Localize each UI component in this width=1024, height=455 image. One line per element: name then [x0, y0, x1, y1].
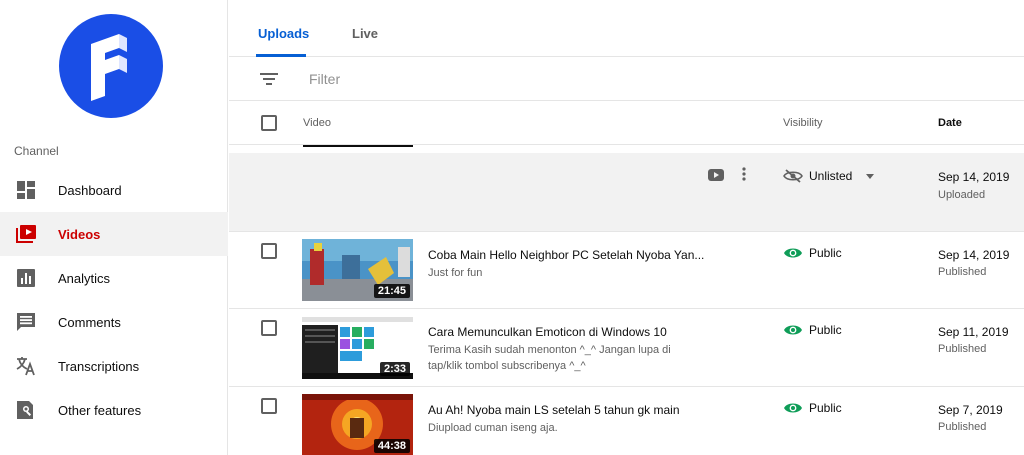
analytics-icon	[16, 268, 36, 288]
column-header-video[interactable]: Video	[303, 117, 331, 129]
sidebar-item-videos[interactable]: Videos	[0, 212, 228, 256]
column-header-visibility[interactable]: Visibility	[783, 117, 823, 129]
tab-uploads[interactable]: Uploads	[258, 26, 309, 41]
video-description: Just for fun	[428, 267, 483, 279]
visibility-label: Public	[809, 246, 842, 260]
sidebar-item-label: Videos	[58, 226, 101, 242]
video-date: Sep 11, 2019	[938, 325, 1009, 339]
video-date: Sep 14, 2019	[938, 170, 1010, 184]
video-thumbnail[interactable]: 21:45	[302, 239, 413, 301]
video-status: Published	[938, 421, 987, 433]
video-duration: 21:45	[373, 284, 410, 298]
eye-icon	[784, 403, 802, 413]
video-title[interactable]: Cara Memunculkan Emoticon di Windows 10	[428, 325, 667, 339]
sidebar-item-analytics[interactable]: Analytics	[0, 256, 228, 300]
video-status: Uploaded	[938, 189, 986, 201]
youtube-icon[interactable]	[708, 169, 724, 181]
eye-off-icon	[783, 169, 803, 183]
column-header-date[interactable]: Date	[938, 117, 962, 129]
sidebar-item-label: Transcriptions	[58, 358, 140, 374]
table-row[interactable]: 21:45 Coba Main Hello Neighbor PC Setela…	[229, 232, 1024, 309]
sidebar-nav: Dashboard Videos Analytics Comments Tran…	[0, 168, 228, 432]
visibility-dropdown[interactable]: Unlisted	[783, 169, 875, 183]
filter-input[interactable]	[309, 69, 609, 89]
more-options-icon[interactable]	[742, 167, 746, 181]
other-features-icon	[16, 400, 36, 420]
table-header: Video Visibility Date	[229, 101, 1024, 145]
sidebar-item-other-features[interactable]: Other features	[0, 388, 228, 432]
table-row[interactable]: 44:38 Au Ah! Nyoba main LS setelah 5 tah…	[229, 387, 1024, 455]
filter-icon[interactable]	[260, 71, 278, 87]
channel-logo-icon	[91, 34, 127, 101]
video-thumbnail[interactable]: 2:33	[302, 317, 413, 379]
sidebar-item-dashboard[interactable]: Dashboard	[0, 168, 228, 212]
table-row[interactable]: 2:33 Cara Memunculkan Emoticon di Window…	[229, 309, 1024, 387]
video-status: Published	[938, 266, 987, 278]
filter-bar	[229, 57, 1024, 101]
column-sort-indicator	[303, 145, 413, 147]
video-status: Published	[938, 343, 987, 355]
visibility-status[interactable]: Public	[783, 401, 842, 415]
tab-bar: Uploads Live	[229, 0, 1024, 57]
video-description: Terima Kasih sudah menonton ^_^ Jangan l…	[428, 344, 671, 372]
video-title[interactable]: Au Ah! Nyoba main LS setelah 5 tahun gk …	[428, 403, 680, 417]
visibility-status[interactable]: Public	[783, 323, 842, 337]
row-checkbox[interactable]	[261, 320, 277, 336]
eye-icon	[784, 325, 802, 335]
caret-down-icon	[866, 173, 875, 179]
video-duration: 2:33	[379, 362, 410, 376]
video-date: Sep 14, 2019	[938, 248, 1010, 262]
visibility-label: Unlisted	[809, 169, 853, 183]
sidebar: Channel Dashboard Videos Analytics Comme…	[0, 0, 228, 455]
dashboard-icon	[16, 180, 36, 200]
sidebar-item-label: Dashboard	[58, 182, 122, 198]
eye-icon	[784, 248, 802, 258]
video-duration: 44:38	[373, 439, 410, 453]
video-title[interactable]: Coba Main Hello Neighbor PC Setelah Nyob…	[428, 248, 704, 262]
visibility-label: Public	[809, 401, 842, 415]
video-date: Sep 7, 2019	[938, 403, 1003, 417]
comments-icon	[16, 312, 36, 332]
table-row[interactable]: Unlisted Sep 14, 2019 Uploaded	[229, 153, 1024, 232]
tab-live[interactable]: Live	[352, 26, 378, 41]
translate-icon	[16, 356, 36, 376]
sidebar-item-comments[interactable]: Comments	[0, 300, 228, 344]
video-thumbnail[interactable]: 44:38	[302, 394, 413, 455]
row-checkbox[interactable]	[261, 398, 277, 414]
videos-icon	[16, 224, 36, 244]
visibility-status[interactable]: Public	[783, 246, 842, 260]
sidebar-item-label: Comments	[58, 314, 121, 330]
main-content: Uploads Live Video Visibility Date	[229, 0, 1024, 455]
sidebar-item-transcriptions[interactable]: Transcriptions	[0, 344, 228, 388]
sidebar-item-label: Other features	[58, 402, 142, 418]
sidebar-section-label: Channel	[14, 144, 59, 158]
row-checkbox[interactable]	[261, 243, 277, 259]
visibility-label: Public	[809, 323, 842, 337]
channel-avatar[interactable]	[59, 14, 163, 118]
sidebar-item-label: Analytics	[58, 270, 111, 286]
video-description: Diupload cuman iseng aja.	[428, 422, 558, 434]
select-all-checkbox[interactable]	[261, 115, 277, 131]
